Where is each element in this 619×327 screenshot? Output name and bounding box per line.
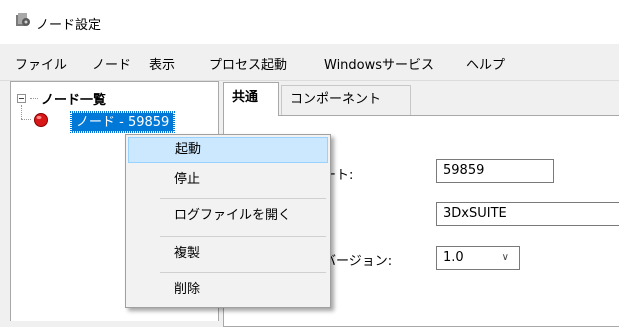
tree-connector-vertical	[21, 105, 22, 119]
collapse-expander-icon[interactable]	[17, 94, 26, 103]
menu-item-delete[interactable]: 削除	[128, 277, 328, 303]
port-field[interactable]: 59859	[436, 159, 554, 183]
context-menu: 起動 停止 ログファイルを開く 複製 削除	[125, 134, 331, 308]
menu-process-start[interactable]: プロセス起動	[209, 54, 287, 73]
tree-root-node[interactable]: ノード一覧	[17, 89, 106, 108]
tab-common[interactable]: 共通	[223, 82, 279, 116]
chevron-down-icon: ∨	[501, 252, 509, 263]
name-field[interactable]: 3DxSUITE	[436, 202, 619, 226]
menu-bar: ファイル ノード 表示 プロセス起動 Windowsサービス ヘルプ	[0, 44, 619, 81]
menu-help[interactable]: ヘルプ	[466, 54, 505, 73]
version-select-value: 1.0	[443, 250, 464, 265]
tab-component[interactable]: コンポーネント	[281, 85, 411, 115]
menu-separator	[160, 272, 326, 273]
menu-item-open-log[interactable]: ログファイルを開く	[128, 203, 328, 229]
menu-item-stop[interactable]: 停止	[128, 167, 328, 193]
menu-node[interactable]: ノード	[92, 54, 131, 73]
tree-node-59859[interactable]: ノード - 59859	[69, 111, 176, 133]
menu-item-duplicate[interactable]: 複製	[128, 241, 328, 267]
menu-separator	[160, 236, 326, 237]
menu-file[interactable]: ファイル	[15, 54, 67, 73]
title-bar: ノード設定	[0, 0, 619, 45]
tree-connector	[30, 98, 38, 99]
version-label: バージョン:	[323, 254, 393, 269]
window-title: ノード設定	[36, 18, 102, 33]
menu-separator	[160, 198, 326, 199]
menu-view[interactable]: 表示	[149, 54, 175, 73]
tree-connector-horizontal	[21, 119, 31, 120]
red-node-icon	[34, 113, 48, 127]
menu-windows-service[interactable]: Windowsサービス	[324, 54, 434, 73]
version-select[interactable]: 1.0 ∨	[436, 246, 520, 270]
menu-item-start[interactable]: 起動	[128, 137, 328, 163]
app-settings-icon	[16, 13, 30, 26]
tree-root-label: ノード一覧	[41, 93, 107, 108]
